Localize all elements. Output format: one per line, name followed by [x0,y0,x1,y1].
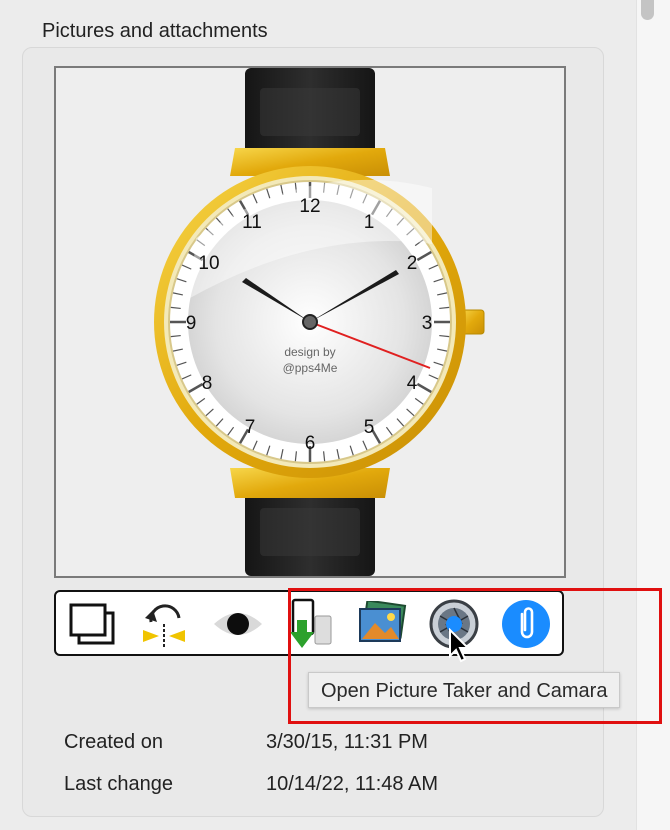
eye-icon [214,613,262,635]
picture-frames-button[interactable] [64,598,120,650]
dial-number-6: 6 [305,433,316,454]
photos-button[interactable] [354,598,410,650]
dial-text-line2: @pps4Me [283,361,338,375]
rotate-flip-button[interactable] [136,598,192,650]
dial-number-4: 4 [407,373,418,394]
section-title: Pictures and attachments [42,20,268,42]
dial-number-8: 8 [202,373,213,394]
dial-number-12: 12 [299,196,320,217]
dial-text-line1: design by [284,345,335,359]
dial-number-7: 7 [245,417,256,438]
paperclip-icon [502,600,550,648]
last-change-value: 10/14/22, 11:48 AM [266,773,438,795]
created-value: 3/30/15, 11:31 PM [266,731,428,753]
dial-number-11: 11 [242,212,262,233]
scrollbar-track[interactable] [636,0,670,830]
picture-frames-icon [69,603,115,645]
picture-toolbar [54,590,564,656]
dial-number-10: 10 [198,253,219,274]
preview-button[interactable] [210,598,266,650]
dial-number-2: 2 [407,253,418,274]
dial-number-3: 3 [422,313,433,334]
rotate-flip-icon [143,604,185,647]
watch-image: 12 1 2 3 4 5 6 7 8 9 10 11 design by @pp… [154,68,485,576]
mouse-pointer-icon [449,628,471,663]
dial-number-9: 9 [186,313,197,334]
import-icon [290,598,332,648]
created-label: Created on [64,731,163,753]
attach-file-button[interactable] [498,598,554,650]
tooltip: Open Picture Taker and Camara [308,672,621,708]
last-change-label: Last change [64,773,173,795]
import-button[interactable] [282,598,338,650]
scrollbar-thumb[interactable] [641,0,654,20]
picture-preview[interactable]: 12 1 2 3 4 5 6 7 8 9 10 11 design by @pp… [54,66,566,578]
dial-number-1: 1 [364,212,375,233]
photos-icon [359,601,407,642]
dial-number-5: 5 [364,417,375,438]
